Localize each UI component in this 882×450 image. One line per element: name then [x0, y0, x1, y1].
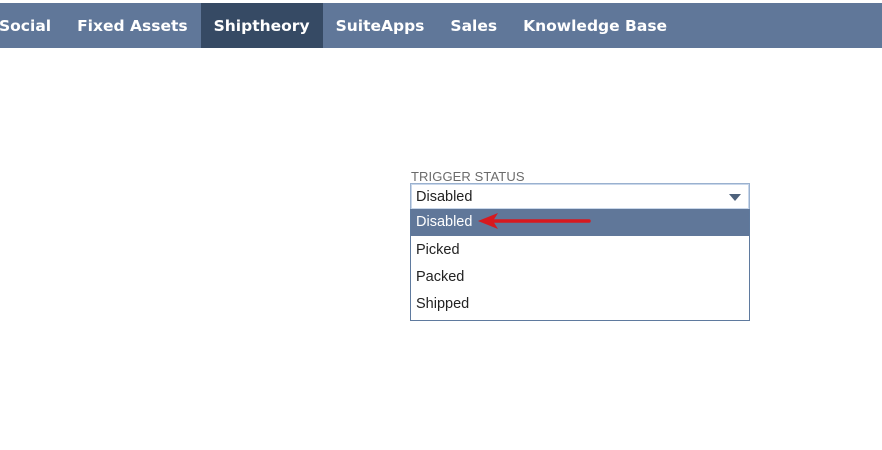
option-shipped[interactable]: Shipped [411, 291, 749, 318]
red-arrow-left-icon [478, 213, 591, 229]
nav-tab-shiptheory[interactable]: Shiptheory [200, 3, 323, 48]
main-nav-bar: Social Fixed Assets Shiptheory SuiteApps… [0, 3, 882, 48]
option-picked[interactable]: Picked [411, 237, 749, 264]
option-packed[interactable]: Packed [411, 264, 749, 291]
nav-tab-sales[interactable]: Sales [437, 3, 510, 48]
nav-tab-knowledge-base[interactable]: Knowledge Base [510, 3, 680, 48]
nav-tab-social[interactable]: Social [0, 3, 64, 48]
trigger-status-select[interactable]: Disabled [410, 183, 750, 210]
nav-tab-fixed-assets[interactable]: Fixed Assets [64, 3, 201, 48]
nav-tab-suiteapps[interactable]: SuiteApps [323, 3, 438, 48]
dropdown-arrow-icon[interactable] [729, 194, 741, 201]
trigger-status-value: Disabled [416, 189, 473, 205]
trigger-status-label: TRIGGER STATUS [411, 169, 525, 184]
